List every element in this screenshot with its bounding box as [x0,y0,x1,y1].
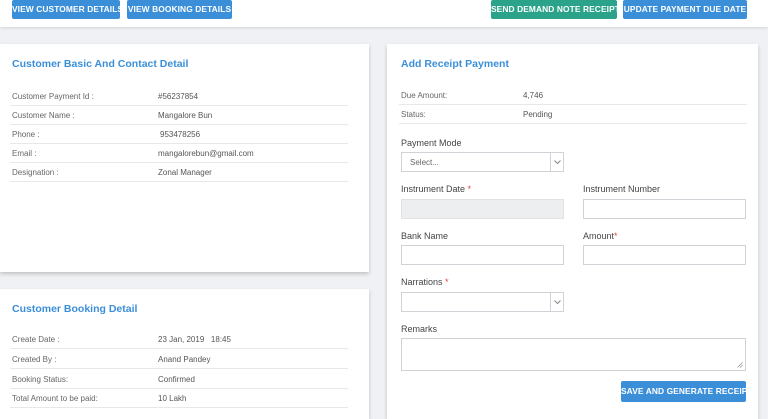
row-label: Designation : [12,168,59,177]
required-mark: * [467,184,472,194]
customer-detail-title: Customer Basic And Contact Detail [12,58,189,70]
create-date-row: Create Date : 23 Jan, 2019 18:45 [10,329,348,349]
booking-detail-card: Customer Booking Detail Create Date : 23… [0,289,369,419]
row-value: 4,746 [523,91,544,100]
row-value: Confirmed [158,375,195,384]
chevron-down-icon [550,293,563,311]
narrations-select[interactable] [401,292,564,312]
amount-label-text: Amount [583,231,615,241]
amount-input[interactable] [583,245,746,265]
row-label: Due Amount: [401,91,448,100]
row-value: Pending [523,110,553,119]
total-amount-row: Total Amount to be paid: 10 Lakh [10,388,348,408]
instrument-date-input[interactable] [401,199,564,219]
row-value: #56237854 [158,92,199,101]
row-value: Zonal Manager [158,168,212,177]
instrument-date-label-text: Instrument Date [401,184,466,194]
remarks-textarea[interactable] [401,338,746,371]
row-label: Customer Name : [12,111,75,120]
update-payment-due-date-button[interactable]: UPDATE PAYMENT DUE DATE [623,0,747,19]
required-mark: * [445,277,449,287]
row-label: Email : [12,149,37,158]
customer-payment-id-row: Customer Payment Id : #56237854 [10,86,348,106]
remarks-label: Remarks [401,324,438,334]
created-by-row: Created By : Anand Pandey [10,349,348,369]
resize-handle-icon[interactable] [737,362,743,368]
amount-label: Amount* [583,231,618,241]
due-amount-row: Due Amount: 4,746 [399,85,747,105]
row-label: Customer Payment Id : [12,92,94,101]
top-toolbar: VIEW CUSTOMER DETAILS VIEW BOOKING DETAI… [0,0,768,27]
row-label: Total Amount to be paid: [12,394,98,403]
email-row: Email : mangalorebun@gmail.com [10,143,348,163]
row-label: Created By : [12,355,57,364]
booking-detail-title: Customer Booking Detail [12,303,138,315]
bank-name-input[interactable] [401,245,564,265]
row-value: 23 Jan, 2019 18:45 [158,335,231,344]
payment-mode-selected: Select... [410,158,439,167]
send-demand-note-receipt-button[interactable]: SEND DEMAND NOTE RECEIPT [491,0,617,19]
payment-mode-select[interactable]: Select... [401,152,564,172]
view-customer-details-button[interactable]: VIEW CUSTOMER DETAILS [12,0,120,19]
customer-detail-card: Customer Basic And Contact Detail Custom… [0,44,369,272]
row-label: Status: [401,110,426,119]
save-and-generate-receipt-button[interactable]: SAVE AND GENERATE RECEIPT [621,381,746,402]
bank-name-label: Bank Name [401,231,449,241]
booking-status-row: Booking Status: Confirmed [10,369,348,389]
required-mark: * [614,231,618,241]
row-label: Booking Status: [12,375,69,384]
chevron-down-icon [550,153,563,171]
instrument-date-label: Instrument Date * [401,184,471,194]
narrations-label: Narrations * [401,277,449,287]
row-label: Phone : [12,130,40,139]
instrument-number-input[interactable] [583,199,746,219]
narrations-label-text: Narrations [401,277,443,287]
designation-row: Designation : Zonal Manager [10,162,348,182]
phone-row: Phone : 953478256 [10,124,348,144]
row-value: 953478256 [160,130,201,139]
row-value: mangalorebun@gmail.com [158,149,254,158]
row-label: Create Date : [12,335,60,344]
view-booking-details-button[interactable]: VIEW BOOKING DETAILS [127,0,232,19]
row-value: Anand Pandey [158,355,211,364]
status-row: Status: Pending [399,104,747,124]
payment-mode-label: Payment Mode [401,138,462,148]
row-value: Mangalore Bun [158,111,213,120]
customer-name-row: Customer Name : Mangalore Bun [10,105,348,125]
row-value: 10 Lakh [158,394,187,403]
instrument-number-label: Instrument Number [583,184,661,194]
receipt-payment-title: Add Receipt Payment [401,58,509,70]
